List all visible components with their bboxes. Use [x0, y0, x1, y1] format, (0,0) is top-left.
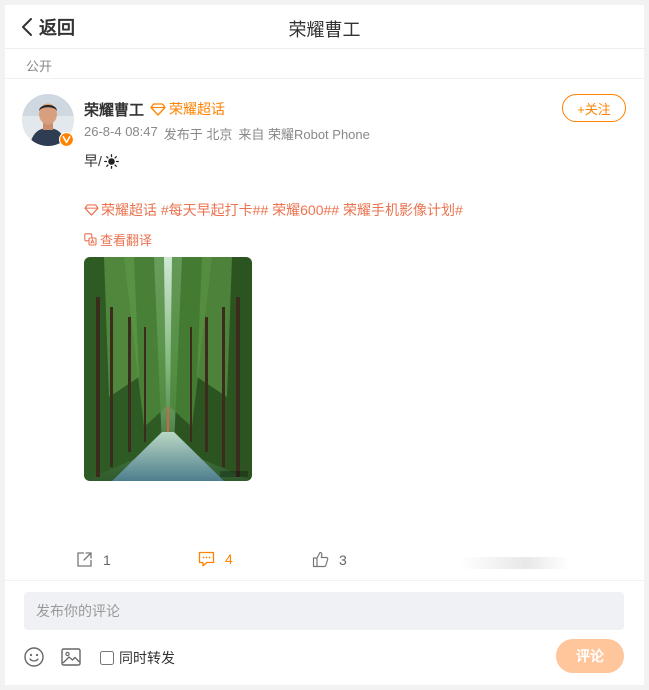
post-source: 来自 荣耀Robot Phone: [238, 127, 370, 142]
divider: [5, 78, 644, 79]
post-location: 发布于 北京: [163, 127, 233, 142]
page-title: 荣耀曹工: [288, 20, 361, 40]
like-button[interactable]: 3: [312, 551, 347, 568]
visibility-label: 公开: [26, 59, 53, 74]
comment-count: 4: [225, 551, 233, 567]
share-icon: [77, 552, 92, 567]
post-time[interactable]: 26-8-4 08:47: [84, 124, 158, 143]
repost-option[interactable]: 同时转发: [100, 648, 175, 668]
action-bar: 1 4 3: [5, 545, 644, 581]
repost-option-label: 同时转发: [119, 650, 175, 666]
translate-link[interactable]: 查看翻译: [84, 230, 152, 249]
hashtag-links[interactable]: 荣耀超话 #每天早起打卡## 荣耀600## 荣耀手机影像计划#: [84, 200, 463, 220]
thumbs-up-icon: [312, 551, 329, 568]
super-topic-label: 荣耀超话: [169, 101, 225, 117]
verified-badge-icon: [59, 132, 74, 147]
faded-placeholder: [460, 557, 570, 569]
repost-checkbox[interactable]: [100, 651, 114, 665]
repost-button[interactable]: 1: [76, 551, 111, 568]
comment-input[interactable]: [24, 592, 624, 630]
forest-road-image: [84, 257, 252, 481]
post-text-body: 早/: [84, 153, 102, 169]
sun-icon: [103, 153, 119, 169]
comment-icon: [198, 551, 215, 567]
image-upload-icon[interactable]: [60, 646, 82, 668]
top-bar: 返回 荣耀曹工: [5, 5, 644, 49]
like-count: 3: [339, 551, 347, 568]
hashtag-text: 荣耀超话 #每天早起打卡## 荣耀600## 荣耀手机影像计划#: [101, 202, 463, 218]
repost-count: 1: [103, 551, 111, 568]
follow-button[interactable]: +关注: [562, 94, 626, 122]
weibo-detail-panel: 返回 荣耀曹工 公开 荣耀曹工 荣耀超话 +关注 26-8-4 08:47 发布…: [5, 5, 644, 685]
author-name[interactable]: 荣耀曹工: [84, 99, 144, 120]
super-topic-link[interactable]: 荣耀超话: [150, 99, 225, 119]
translate-icon: [84, 233, 97, 246]
diamond-icon: [84, 204, 99, 216]
emoji-icon[interactable]: [23, 646, 45, 668]
translate-label: 查看翻译: [100, 233, 153, 248]
diamond-icon: [150, 102, 166, 116]
post-image[interactable]: [84, 257, 252, 481]
post-meta: 26-8-4 08:47 发布于 北京 来自 荣耀Robot Phone: [84, 124, 370, 143]
submit-comment-button[interactable]: 评论: [556, 639, 624, 673]
post-text: 早/: [84, 151, 119, 171]
comment-tab-button[interactable]: 4: [198, 551, 233, 567]
